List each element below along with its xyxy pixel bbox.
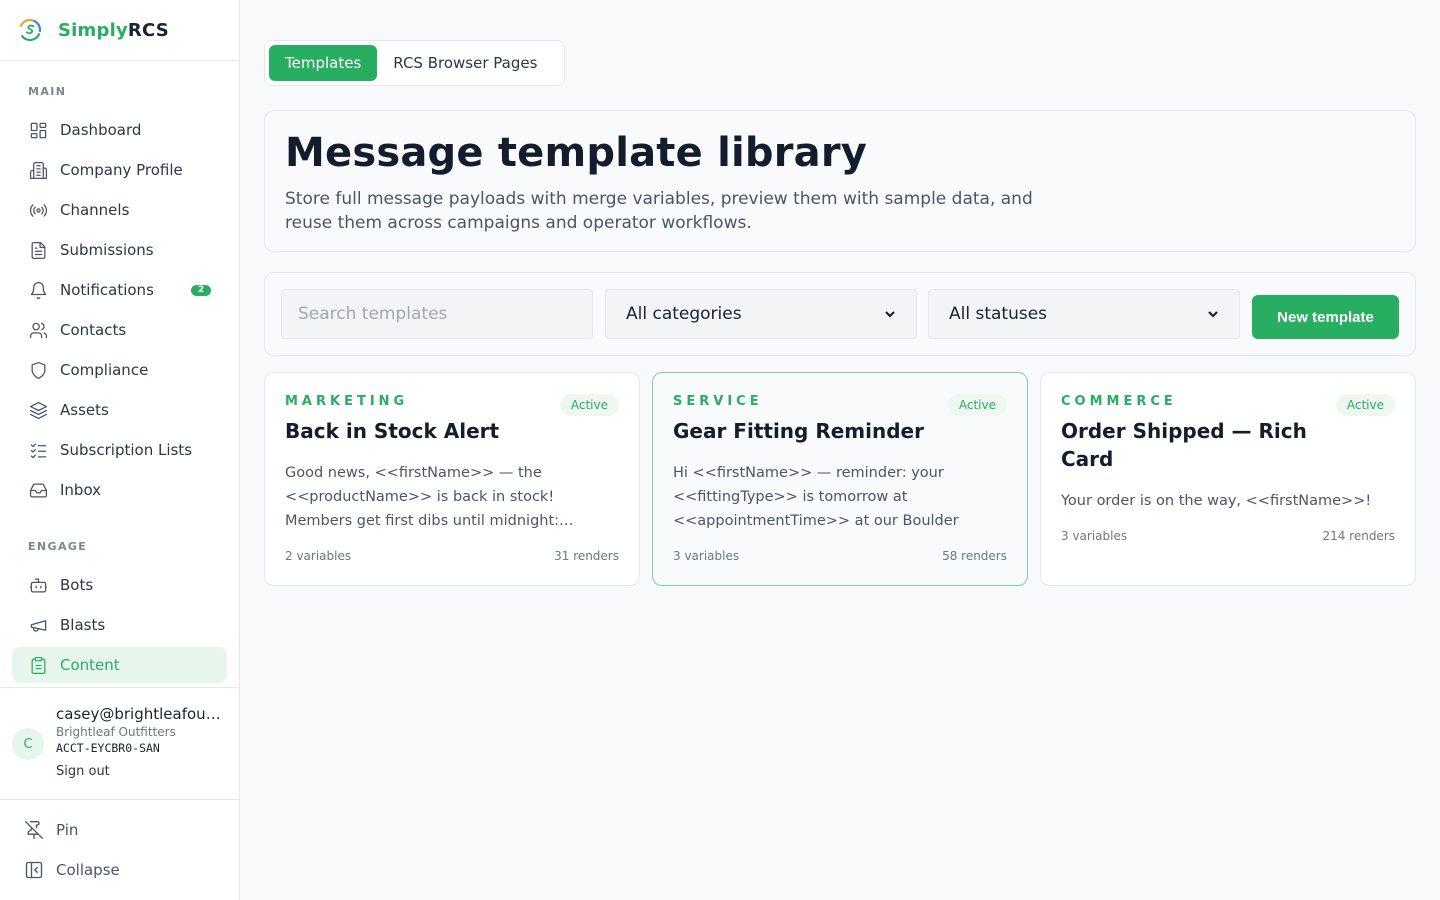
template-title: Back in Stock Alert <box>285 419 500 443</box>
template-title: Gear Fitting Reminder <box>673 419 924 443</box>
search-input[interactable] <box>281 289 593 339</box>
users-icon <box>28 320 48 340</box>
chevron-down-icon <box>1208 311 1218 318</box>
user-account-panel: C casey@brightleafoutfitters.com Brightl… <box>0 687 240 800</box>
chevron-down-icon <box>885 311 895 318</box>
sidebar-item-notifications[interactable]: Notifications 2 <box>12 272 227 308</box>
section-label-main: MAIN <box>28 85 67 98</box>
brand-name-simply: Simply <box>58 19 128 41</box>
dashboard-icon <box>28 120 48 140</box>
inbox-icon <box>28 480 48 500</box>
layers-icon <box>28 400 48 420</box>
sidebar-item-blasts[interactable]: Blasts <box>12 607 227 643</box>
library-header: Message template library Store full mess… <box>264 110 1416 252</box>
sidebar-item-label: Inbox <box>60 481 102 499</box>
filter-bar: All categories All statuses New template <box>264 272 1416 356</box>
sidebar-item-compliance[interactable]: Compliance <box>12 352 227 388</box>
variable-count: 2 variables <box>285 549 352 563</box>
template-meta: 2 variables 31 renders <box>285 549 619 563</box>
sidebar-item-label: Blasts <box>60 616 106 634</box>
render-count: 31 renders <box>554 549 619 563</box>
sidebar-item-label: Channels <box>60 201 130 219</box>
sidebar-item-label: Compliance <box>60 361 149 379</box>
template-card-gear-fitting[interactable]: SERVICE Active Gear Fitting Reminder Hi … <box>652 372 1028 586</box>
bell-icon <box>28 280 48 300</box>
collapse-sidebar-button[interactable]: Collapse <box>24 858 120 882</box>
notification-count-badge: 2 <box>191 285 211 296</box>
engage-nav: Bots Blasts Content <box>12 567 227 687</box>
sign-out-link[interactable]: Sign out <box>56 764 110 779</box>
checklist-icon <box>28 440 48 460</box>
sidebar: SimplyRCS MAIN Dashboard Company Profile… <box>0 0 240 900</box>
sidebar-item-label: Contacts <box>60 321 127 339</box>
sidebar-item-label: Assets <box>60 401 109 419</box>
status-select[interactable]: All statuses <box>928 289 1240 339</box>
avatar: C <box>12 728 44 760</box>
page-title: Message template library <box>285 130 868 176</box>
category-select[interactable]: All categories <box>605 289 917 339</box>
section-label-engage: ENGAGE <box>28 540 88 553</box>
template-title: Order Shipped — Rich Card <box>1061 419 1307 471</box>
sidebar-item-content[interactable]: Content <box>12 647 227 683</box>
sidebar-item-label: Submissions <box>60 241 154 259</box>
bot-icon <box>28 575 48 595</box>
sidebar-item-assets[interactable]: Assets <box>12 392 227 428</box>
sidebar-item-subscription-lists[interactable]: Subscription Lists <box>12 432 227 468</box>
status-badge: Active <box>1335 394 1395 416</box>
sidebar-item-label: Notifications <box>60 281 154 299</box>
content-tabs: Templates RCS Browser Pages <box>264 40 565 86</box>
panel-collapse-icon <box>25 861 43 879</box>
template-preview: Your order is on the way, <<firstName>>! <box>1061 493 1372 509</box>
clipboard-icon <box>28 655 48 675</box>
category-select-value: All categories <box>626 304 742 324</box>
pin-off-icon <box>25 821 43 839</box>
new-template-button[interactable]: New template <box>1252 295 1399 339</box>
template-meta: 3 variables 58 renders <box>673 549 1007 563</box>
tab-templates[interactable]: Templates <box>269 45 378 81</box>
status-badge: Active <box>559 394 619 416</box>
page-description: Store full message payloads with merge v… <box>285 189 1033 233</box>
building-icon <box>28 160 48 180</box>
sidebar-item-label: Dashboard <box>60 121 142 139</box>
status-select-value: All statuses <box>949 304 1048 324</box>
sidebar-item-channels[interactable]: Channels <box>12 192 227 228</box>
brand-name-rcs: RCS <box>127 19 169 41</box>
main-nav: Dashboard Company Profile Channels Submi… <box>12 112 227 512</box>
broadcast-icon <box>28 200 48 220</box>
sidebar-item-contacts[interactable]: Contacts <box>12 312 227 348</box>
sidebar-item-inbox[interactable]: Inbox <box>12 472 227 508</box>
status-badge: Active <box>947 394 1007 416</box>
sidebar-item-submissions[interactable]: Submissions <box>12 232 227 268</box>
template-preview: Good news, <<firstName>> — the <<product… <box>285 465 574 529</box>
sidebar-item-dashboard[interactable]: Dashboard <box>12 112 227 148</box>
sidebar-item-label: Bots <box>60 576 94 594</box>
template-card-back-in-stock[interactable]: MARKETING Active Back in Stock Alert Goo… <box>264 372 640 586</box>
pin-label: Pin <box>56 821 79 839</box>
user-organization: Brightleaf Outfitters <box>56 725 176 739</box>
variable-count: 3 variables <box>673 549 740 563</box>
template-meta: 3 variables 214 renders <box>1061 529 1395 543</box>
sidebar-item-label: Company Profile <box>60 161 183 179</box>
variable-count: 3 variables <box>1061 529 1128 543</box>
megaphone-icon <box>28 615 48 635</box>
simplyrcs-logo-icon <box>18 18 42 42</box>
shield-icon <box>28 360 48 380</box>
sidebar-item-label: Content <box>60 656 120 674</box>
render-count: 58 renders <box>942 549 1007 563</box>
template-preview: Hi <<firstName>> — reminder: your <<fitt… <box>673 465 959 529</box>
user-email: casey@brightleafoutfitters.com <box>56 705 226 723</box>
brand[interactable]: SimplyRCS <box>0 0 239 61</box>
document-icon <box>28 240 48 260</box>
sidebar-item-label: Subscription Lists <box>60 441 193 459</box>
tab-rcs-browser-pages[interactable]: RCS Browser Pages <box>377 45 553 81</box>
pin-sidebar-button[interactable]: Pin <box>24 818 78 842</box>
brand-name: SimplyRCS <box>58 20 169 41</box>
account-id: ACCT-EYCBR0-SAN <box>56 741 160 755</box>
sidebar-item-company-profile[interactable]: Company Profile <box>12 152 227 188</box>
collapse-label: Collapse <box>56 861 120 879</box>
sidebar-item-bots[interactable]: Bots <box>12 567 227 603</box>
template-card-order-shipped[interactable]: COMMERCE Active Order Shipped — Rich Car… <box>1040 372 1416 586</box>
render-count: 214 renders <box>1322 529 1395 543</box>
